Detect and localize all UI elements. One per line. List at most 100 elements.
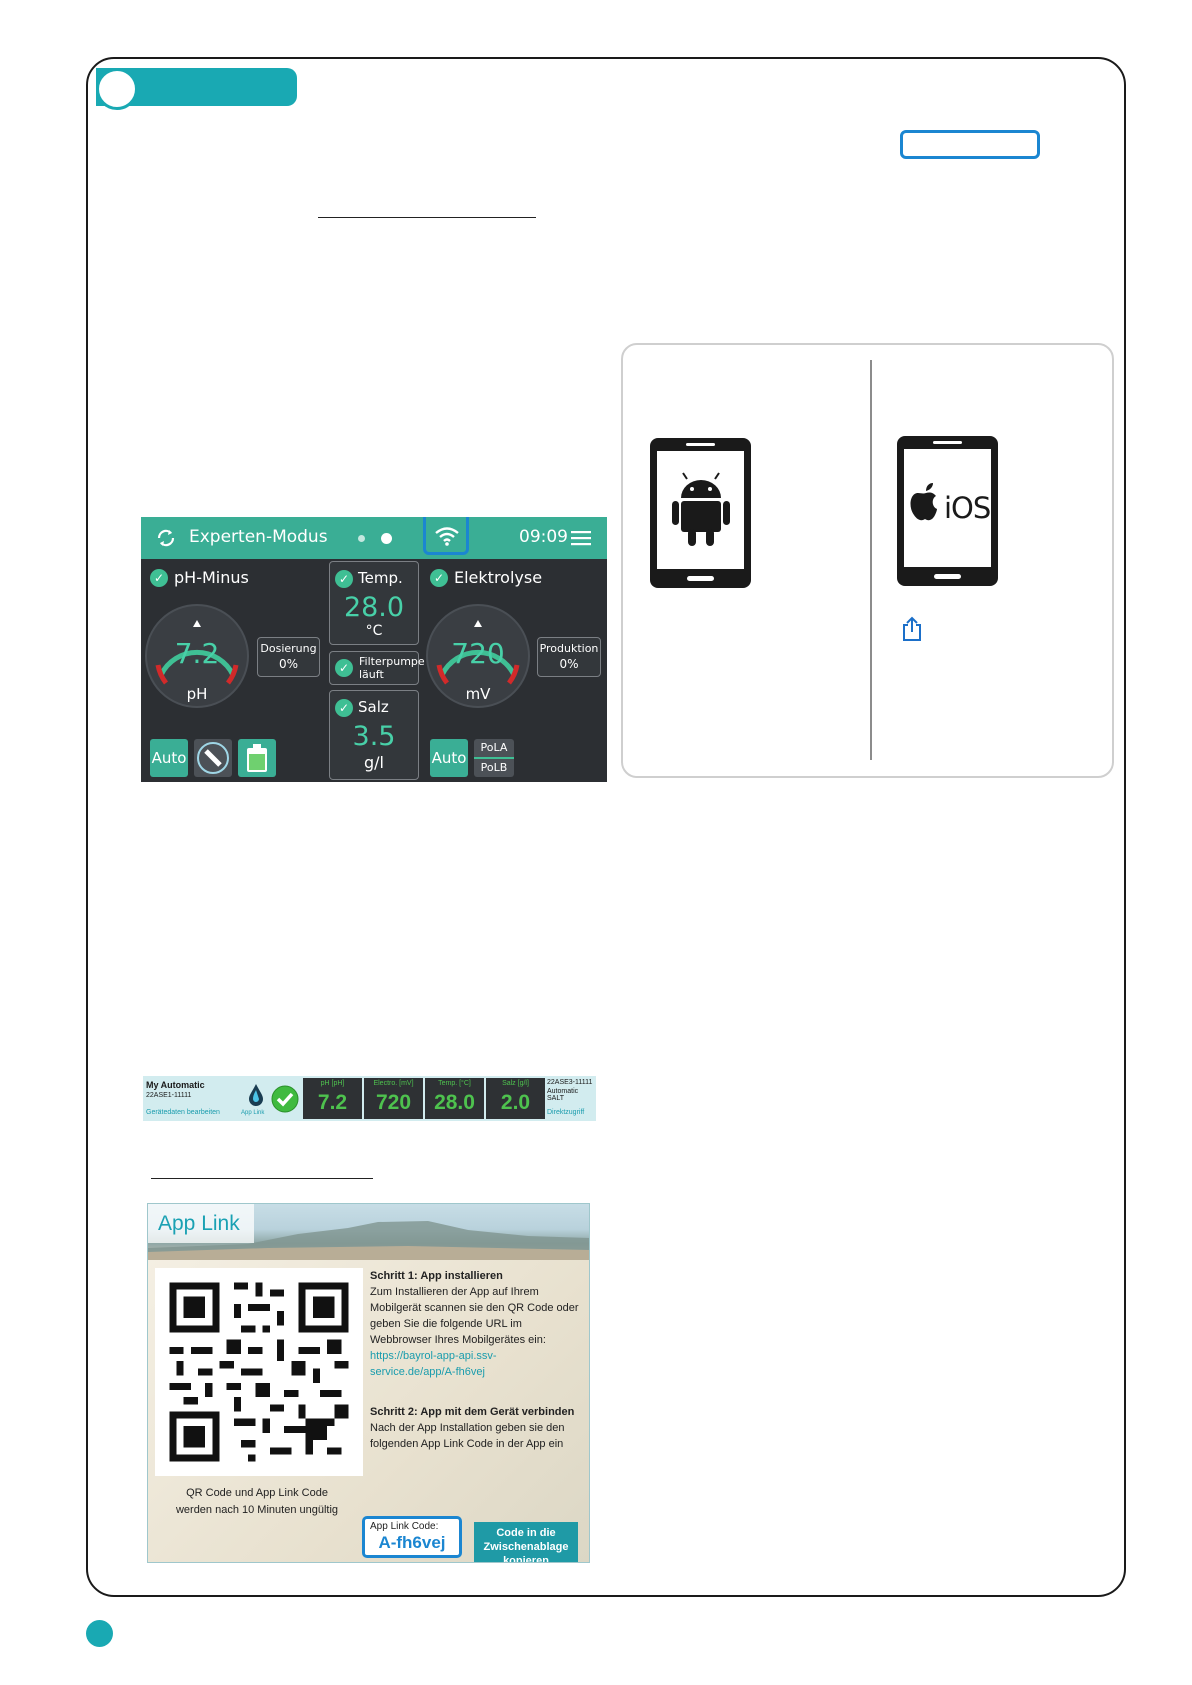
dosing-label: Dosierung bbox=[260, 642, 317, 655]
step2-title: Schritt 2: App mit dem Gerät verbinden bbox=[370, 1406, 575, 1418]
share-icon[interactable] bbox=[901, 616, 923, 642]
copy-line3: kopieren bbox=[503, 1555, 549, 1563]
section-number-circle bbox=[96, 68, 138, 110]
step1-text: Schritt 1: App installieren Zum Installi… bbox=[370, 1268, 585, 1380]
electro-tile: Electro. [mV] 720 bbox=[364, 1078, 423, 1119]
controller-mode-title: Experten-Modus bbox=[189, 527, 328, 547]
device-id: 22ASE1-11111 bbox=[146, 1092, 192, 1099]
step1-line4: Webbrowser Ihres Mobilgerätes ein: bbox=[370, 1334, 546, 1346]
salt-value: 3.5 bbox=[352, 721, 396, 752]
ph-tile: pH [pH] 7.2 bbox=[303, 1078, 362, 1119]
temp-tile: Temp. [°C] 28.0 bbox=[425, 1078, 484, 1119]
refresh-icon[interactable] bbox=[155, 527, 177, 549]
edit-device-link[interactable]: Gerätedaten bearbeiten bbox=[146, 1109, 220, 1116]
filter-pump-line2: läuft bbox=[359, 668, 384, 681]
underline-rule bbox=[151, 1178, 373, 1179]
copy-code-button[interactable]: Code in die Zwischenablage kopieren bbox=[474, 1522, 578, 1563]
production-box: Produktion 0% bbox=[537, 637, 601, 677]
step1-line1: Zum Installieren der App auf Ihrem bbox=[370, 1286, 539, 1298]
ph-tile-value: 7.2 bbox=[317, 1091, 348, 1114]
app-link-code: A-fh6vej bbox=[378, 1533, 446, 1552]
copy-line1: Code in die bbox=[496, 1527, 556, 1539]
step1-title: Schritt 1: App installieren bbox=[370, 1270, 503, 1282]
qr-expiry-note: QR Code und App Link Code werden nach 10… bbox=[159, 1485, 355, 1519]
polarity-toggle[interactable]: PoLA PoLB bbox=[474, 739, 514, 777]
ph-unit: pH bbox=[186, 685, 208, 703]
elektrolyse-label: Elektrolyse bbox=[454, 568, 543, 587]
step2-line2: folgenden App Link Code in der App ein bbox=[370, 1438, 564, 1450]
page-number-dot bbox=[86, 1620, 113, 1647]
salt-tile-header: Salz [g/l] bbox=[502, 1080, 529, 1087]
qr-code bbox=[155, 1268, 363, 1476]
panel-divider bbox=[870, 360, 872, 760]
electro-tile-value: 720 bbox=[375, 1091, 412, 1114]
qr-note-line2: werden nach 10 Minuten ungültig bbox=[175, 1504, 339, 1516]
ph-value: 7.2 bbox=[174, 637, 220, 670]
dialog-header-image: App Link bbox=[148, 1204, 589, 1260]
check-icon: ✓ bbox=[335, 659, 353, 677]
page-indicator-dot-active[interactable] bbox=[381, 533, 392, 544]
step1-line2: Mobilgerät scannen sie den QR Code oder bbox=[370, 1302, 579, 1314]
salt-tile: Salz [g/l] 2.0 bbox=[486, 1078, 545, 1119]
step1-line3: geben Sie die folgende URL im bbox=[370, 1318, 522, 1330]
clock: 09:09 bbox=[519, 527, 568, 547]
temp-label: Temp. bbox=[358, 569, 403, 587]
device-type: Automatic SALT bbox=[547, 1088, 579, 1102]
code-label: App Link Code: bbox=[370, 1521, 439, 1532]
dosing-box: Dosierung 0% bbox=[257, 637, 320, 677]
pump-icon bbox=[197, 742, 229, 774]
temp-box: ✓ Temp. 28.0 °C bbox=[329, 561, 419, 645]
app-link-code-box: App Link Code: A-fh6vej bbox=[362, 1516, 462, 1558]
check-icon: ✓ bbox=[150, 569, 168, 587]
install-url-line2[interactable]: service.de/app/A-fh6vej bbox=[370, 1366, 485, 1378]
ph-tile-header: pH [pH] bbox=[320, 1080, 345, 1087]
direct-access-link[interactable]: Direktzugriff bbox=[547, 1109, 584, 1116]
check-icon: ✓ bbox=[335, 699, 353, 717]
ios-badge: iOS bbox=[944, 491, 991, 525]
check-icon: ✓ bbox=[430, 569, 448, 587]
temp-unit: °C bbox=[365, 623, 383, 639]
highlight-outline bbox=[900, 130, 1040, 159]
dialog-body: QR Code und App Link Code werden nach 10… bbox=[148, 1260, 589, 1562]
redox-unit: mV bbox=[465, 685, 491, 703]
dosing-value: 0% bbox=[278, 657, 299, 671]
device-name: My Automatic bbox=[146, 1080, 205, 1090]
controller-screen: Experten-Modus 09:09 ✓ pH-Minus 7.2 pH D… bbox=[141, 517, 607, 782]
device-status-strip: My Automatic 22ASE1-11111 Gerätedaten be… bbox=[143, 1076, 596, 1121]
page-indicator-dot[interactable] bbox=[358, 535, 365, 542]
elektrolyse-auto-button[interactable]: Auto bbox=[430, 739, 468, 777]
salt-tile-value: 2.0 bbox=[500, 1091, 531, 1114]
temp-value: 28.0 bbox=[343, 592, 405, 623]
ph-auto-button[interactable]: Auto bbox=[150, 739, 188, 777]
polarity-a: PoLA bbox=[480, 741, 508, 754]
device-id-right: 22ASE3-11111 bbox=[547, 1079, 593, 1086]
app-link-label[interactable]: App Link bbox=[241, 1110, 264, 1116]
check-icon: ✓ bbox=[335, 570, 353, 588]
android-phone-icon[interactable] bbox=[649, 437, 752, 589]
install-url-line1[interactable]: https://bayrol-app-api.ssv- bbox=[370, 1350, 497, 1362]
ph-label: pH-Minus bbox=[174, 568, 249, 587]
qr-note-line1: QR Code und App Link Code bbox=[186, 1487, 328, 1499]
dosing-pump-button[interactable] bbox=[194, 739, 232, 777]
redox-value: 720 bbox=[451, 637, 505, 670]
temp-tile-value: 28.0 bbox=[434, 1091, 475, 1114]
step2-line1: Nach der App Installation geben sie den bbox=[370, 1422, 565, 1434]
step2-text: Schritt 2: App mit dem Gerät verbinden N… bbox=[370, 1404, 585, 1452]
wifi-icon[interactable] bbox=[434, 525, 460, 547]
app-link-icon[interactable] bbox=[245, 1082, 267, 1108]
canister-icon bbox=[247, 744, 267, 772]
copy-line2: Zwischenablage bbox=[483, 1541, 569, 1553]
canister-button[interactable] bbox=[238, 739, 276, 777]
dialog-title: App Link bbox=[148, 1204, 254, 1243]
production-value: 0% bbox=[559, 657, 579, 671]
production-label: Produktion bbox=[539, 642, 599, 655]
filter-pump-box: ✓ Filterpumpe läuft bbox=[329, 651, 425, 685]
temp-tile-header: Temp. [°C] bbox=[438, 1080, 471, 1087]
filter-pump-line1: Filterpumpe bbox=[359, 655, 425, 668]
controller-header: Experten-Modus 09:09 bbox=[141, 517, 607, 559]
app-link-dialog: App Link QR Code und App Link Code werde… bbox=[147, 1203, 590, 1563]
salt-unit: g/l bbox=[364, 753, 384, 772]
menu-icon[interactable] bbox=[571, 530, 591, 546]
underline-rule bbox=[318, 217, 536, 218]
ok-status-icon bbox=[271, 1085, 299, 1113]
